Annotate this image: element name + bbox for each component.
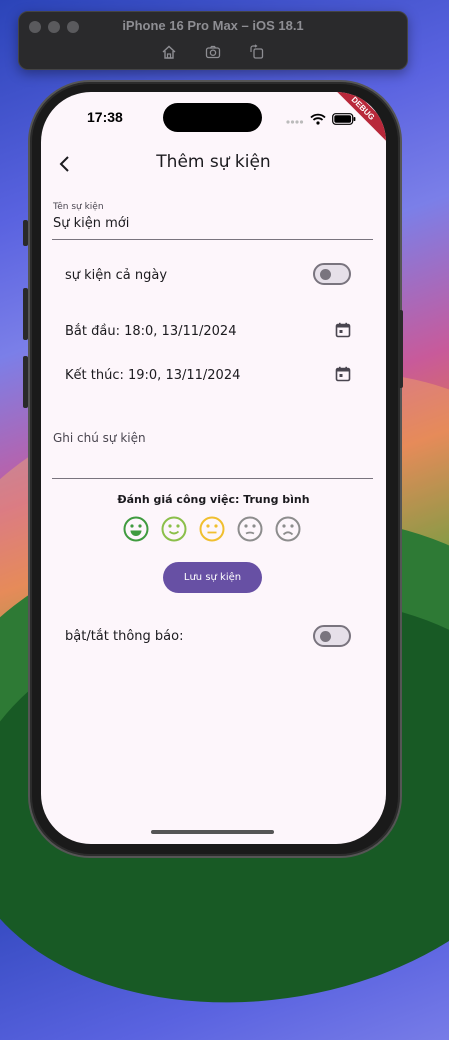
rating-title: Đánh giá công việc: Trung bình [117, 493, 310, 506]
home-indicator[interactable] [151, 830, 274, 834]
notification-toggle[interactable] [313, 625, 351, 647]
page-title: Thêm sự kiện [156, 152, 271, 172]
event-note-input[interactable]: Ghi chú sự kiện [53, 431, 146, 445]
event-name-underline [52, 239, 373, 240]
action-button [23, 220, 28, 246]
neutral-face-icon[interactable] [199, 516, 225, 542]
status-time: 17:38 [87, 109, 123, 125]
rotate-icon[interactable] [249, 44, 265, 60]
toggle-knob [320, 631, 331, 642]
battery-icon [332, 110, 356, 129]
end-time-label[interactable]: Kết thúc: 19:0, 13/11/2024 [65, 368, 240, 383]
volume-down-button [23, 356, 28, 408]
status-icons [286, 110, 356, 129]
toggle-knob [320, 269, 331, 280]
screenshot-icon[interactable] [205, 44, 221, 60]
home-icon[interactable] [161, 44, 177, 60]
happy-face-icon[interactable] [161, 516, 187, 542]
wifi-icon [310, 110, 326, 129]
notification-toggle-label: bật/tắt thông báo: [65, 629, 184, 644]
save-event-button[interactable]: Lưu sự kiện [163, 562, 262, 593]
simulator-titlebar: iPhone 16 Pro Max – iOS 18.1 [18, 11, 408, 70]
calendar-icon[interactable] [335, 366, 351, 382]
all-day-label: sự kiện cả ngày [65, 268, 168, 283]
signal-dots-icon [286, 110, 304, 129]
event-note-underline [52, 478, 373, 479]
simulator-title: iPhone 16 Pro Max – iOS 18.1 [122, 18, 304, 33]
volume-up-button [23, 288, 28, 340]
calendar-icon[interactable] [335, 322, 351, 338]
dynamic-island [163, 103, 262, 132]
very-sad-face-icon[interactable] [275, 516, 301, 542]
power-button [398, 310, 403, 388]
sad-face-icon[interactable] [237, 516, 263, 542]
event-name-input[interactable]: Sự kiện mới [53, 216, 129, 231]
app-screen: 17:38 DEBUG Thêm sự kiện Tên sự kiện Sự … [41, 92, 386, 844]
start-time-label[interactable]: Bắt đầu: 18:0, 13/11/2024 [65, 324, 236, 339]
all-day-toggle[interactable] [313, 263, 351, 285]
very-happy-face-icon[interactable] [123, 516, 149, 542]
app-bar: Thêm sự kiện [41, 148, 386, 178]
rating-faces [123, 516, 301, 542]
event-name-label: Tên sự kiện [53, 202, 104, 212]
